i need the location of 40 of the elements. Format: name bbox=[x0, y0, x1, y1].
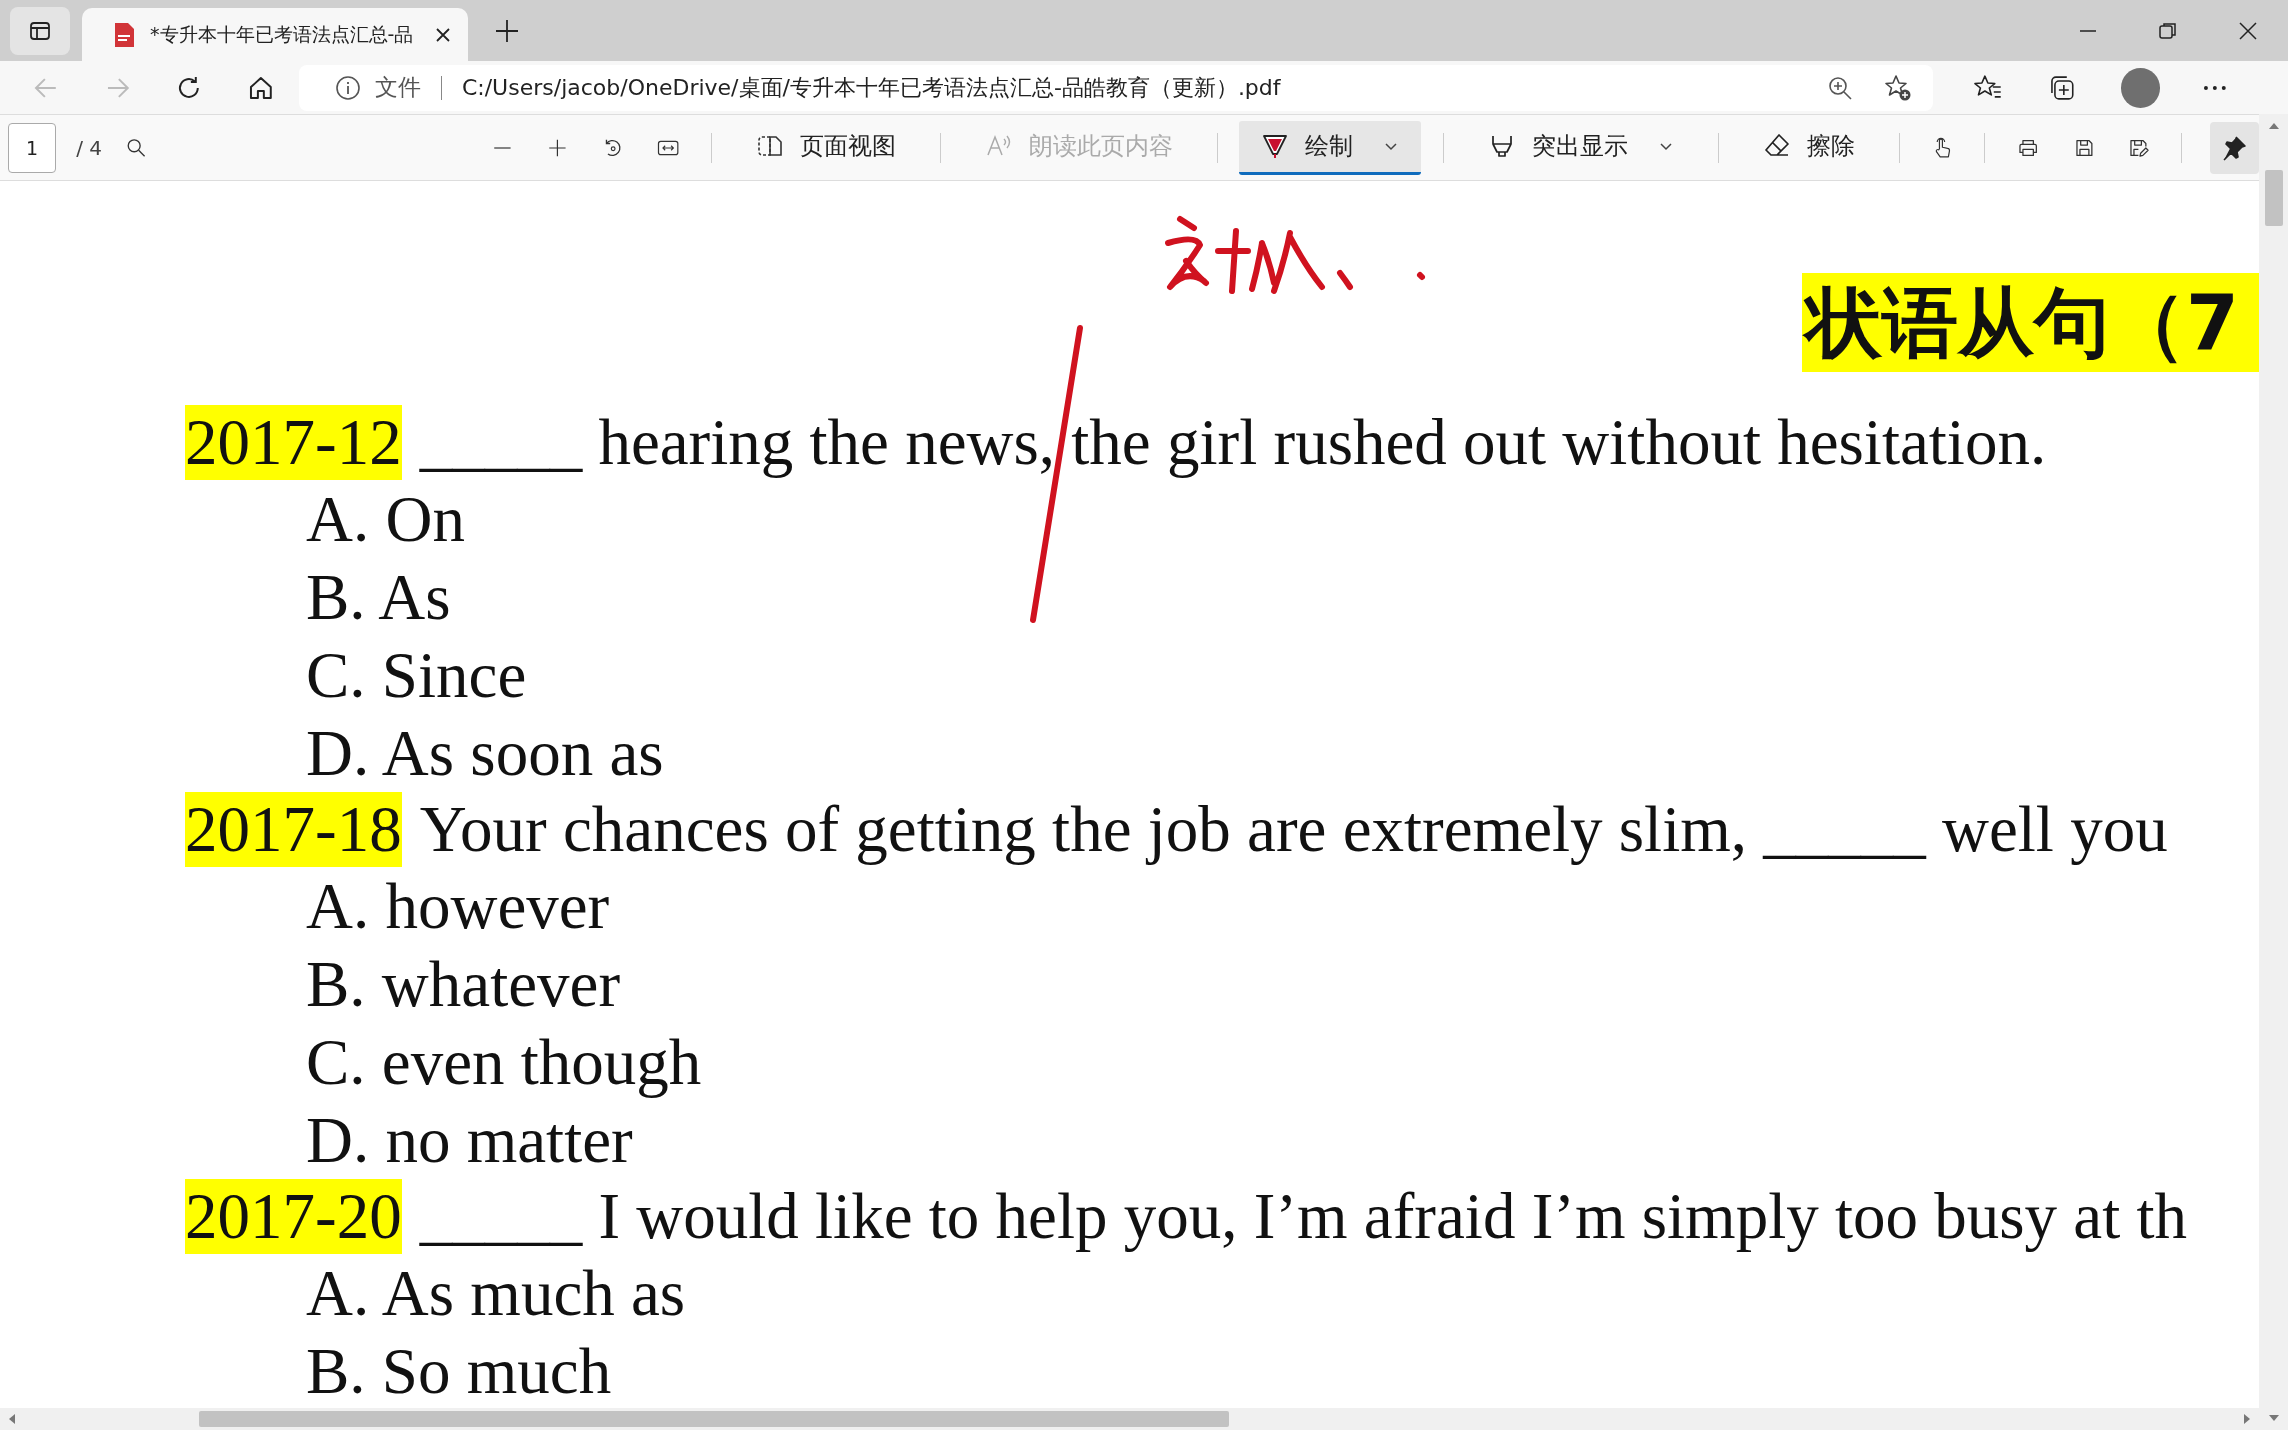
question-year: 2017-20 bbox=[185, 1179, 402, 1254]
section-heading: 状语从句（7 bbox=[1802, 273, 2259, 372]
page-count: / 4 bbox=[76, 135, 102, 160]
answer-option: B. So much bbox=[185, 1332, 2259, 1408]
pin-toolbar-button[interactable] bbox=[2209, 121, 2260, 174]
question-year: 2017-18 bbox=[185, 792, 402, 867]
vertical-scrollbar-thumb[interactable] bbox=[2264, 170, 2283, 226]
profile-avatar[interactable] bbox=[2120, 67, 2161, 108]
answer-option: A. On bbox=[185, 480, 2259, 558]
close-tab-icon[interactable] bbox=[434, 25, 452, 44]
answer-option: A. As much as bbox=[185, 1254, 2259, 1332]
erase-button[interactable]: 擦除 bbox=[1740, 120, 1877, 175]
draw-button[interactable]: 绘制 bbox=[1239, 120, 1422, 175]
close-icon[interactable] bbox=[2237, 19, 2259, 42]
browser-tab[interactable]: *专升本十年已考语法点汇总-品 bbox=[82, 8, 468, 61]
answer-option: D. As soon as bbox=[185, 714, 2259, 792]
page-view-icon bbox=[755, 133, 784, 159]
address-field[interactable]: 文件 C:/Users/jacob/OneDrive/桌面/专升本十年已考语法点汇总-品皓教育（更新）.pdf bbox=[298, 64, 1934, 111]
answer-option: D. no matter bbox=[185, 1101, 2259, 1179]
new-tab-icon[interactable] bbox=[494, 17, 520, 44]
tab-actions-icon[interactable] bbox=[10, 6, 70, 55]
page-view-button[interactable]: 页面视图 bbox=[733, 120, 918, 175]
answer-option: C. even though bbox=[185, 1023, 2259, 1101]
question-text: _____ I would like to help you, I’m afraid I’m simply too busy at th bbox=[419, 1179, 2188, 1254]
highlight-button[interactable]: 突出显示 bbox=[1466, 120, 1697, 175]
pdf-file-icon bbox=[112, 21, 136, 48]
zoom-icon[interactable] bbox=[1827, 74, 1854, 101]
horizontal-scrollbar-thumb[interactable] bbox=[199, 1411, 1229, 1427]
answer-option: B. whatever bbox=[185, 945, 2259, 1023]
security-label: 文件 bbox=[374, 73, 421, 102]
question-text: Your chances of getting the job are extremely slim, _____ well you bbox=[419, 792, 2168, 867]
answer-option: B. As bbox=[185, 558, 2259, 636]
answer-option: C. Since bbox=[185, 636, 2259, 714]
page-number-field[interactable]: 1 bbox=[8, 122, 57, 173]
url-text: C:/Users/jacob/OneDrive/桌面/专升本十年已考语法点汇总-品皓教育（更新）.pdf bbox=[461, 73, 1281, 102]
question-text: _____ hearing the news, the girl rushed out without hesitation. bbox=[419, 405, 2047, 480]
info-icon bbox=[334, 74, 361, 101]
pen-icon bbox=[1261, 132, 1290, 160]
question-year: 2017-12 bbox=[185, 405, 402, 480]
answer-option: A. however bbox=[185, 867, 2259, 945]
